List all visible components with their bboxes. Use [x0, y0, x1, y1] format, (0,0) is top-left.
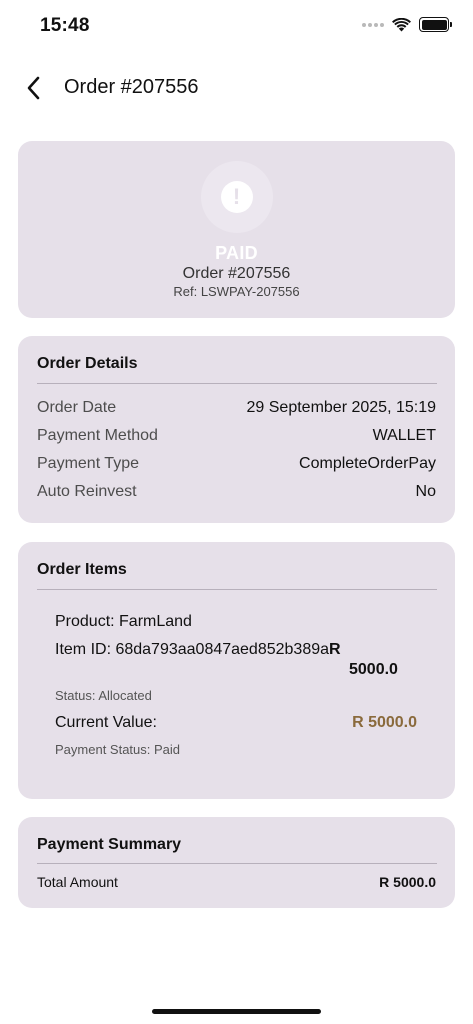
battery-icon [419, 17, 452, 32]
order-status-card: ! PAID Order #207556 Ref: LSWPAY-207556 [18, 141, 455, 318]
alert-icon-container: ! [200, 161, 273, 233]
home-indicator[interactable] [152, 1009, 321, 1014]
divider [37, 589, 437, 590]
order-items-card: Order Items Product: FarmLand Item ID: 6… [18, 542, 455, 799]
item-id: Item ID: 68da793aa0847aed852b389aR [55, 641, 341, 659]
section-title: Order Details [37, 355, 138, 372]
total-amount-value: R 5000.0 [379, 874, 436, 890]
section-title: Payment Summary [37, 836, 182, 853]
product-name: Product: FarmLand [55, 613, 192, 630]
alert-icon: ! [220, 181, 253, 213]
status-icons [362, 17, 452, 32]
current-value-label: Current Value: [55, 714, 157, 731]
page-title: Order #207556 [64, 76, 199, 98]
status-time: 15:48 [40, 15, 90, 36]
auto-reinvest-label: Auto Reinvest [37, 483, 137, 500]
order-date-value: 29 September 2025, 15:19 [246, 399, 436, 416]
section-title: Order Items [37, 561, 127, 578]
back-chevron-icon[interactable] [22, 74, 46, 102]
status-bar: 15:48 [0, 0, 473, 50]
item-amount-currency: R [329, 641, 341, 658]
item-amount: 5000.0 [349, 661, 398, 678]
total-amount-label: Total Amount [37, 874, 118, 890]
auto-reinvest-value: No [415, 483, 436, 500]
payment-method-value: WALLET [372, 427, 436, 444]
payment-status: Payment Status: Paid [55, 742, 181, 757]
current-value: R 5000.0 [352, 714, 417, 731]
payment-summary-card: Payment Summary Total Amount R 5000.0 [18, 817, 455, 908]
divider [37, 383, 437, 384]
signal-icon [362, 22, 384, 27]
item-id-text: Item ID: 68da793aa0847aed852b389a [55, 641, 330, 658]
item-status: Status: Allocated [55, 688, 152, 703]
order-date-label: Order Date [37, 399, 117, 416]
divider [37, 863, 437, 864]
order-status: PAID [215, 243, 258, 263]
order-ref: Ref: LSWPAY-207556 [173, 284, 300, 299]
order-details-card: Order Details Order Date 29 September 20… [18, 336, 455, 523]
payment-method-label: Payment Method [37, 427, 158, 444]
wifi-icon [392, 17, 411, 31]
order-number: Order #207556 [182, 265, 291, 282]
payment-type-value: CompleteOrderPay [299, 455, 436, 472]
nav-bar: Order #207556 [0, 68, 473, 108]
payment-type-label: Payment Type [37, 455, 139, 472]
